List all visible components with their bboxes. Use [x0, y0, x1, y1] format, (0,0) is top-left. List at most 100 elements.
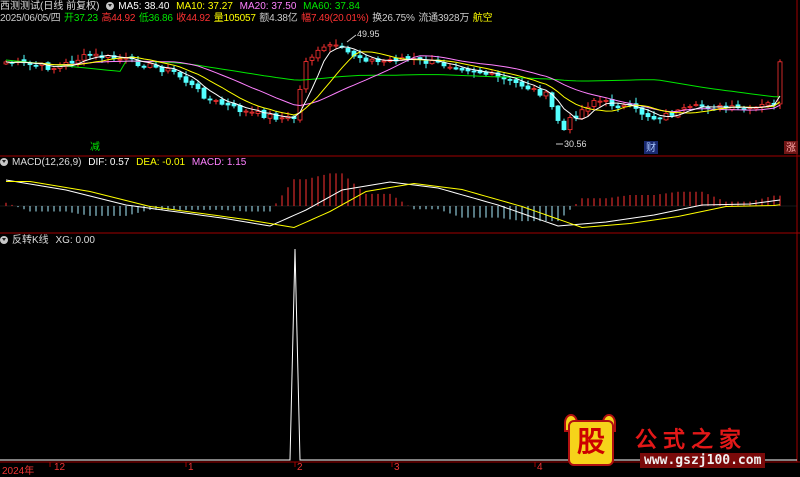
macd-title[interactable]: MACD(12,26,9): [12, 157, 81, 168]
candle[interactable]: [471, 70, 477, 73]
amount-value: 额4.38亿: [259, 13, 298, 24]
volume-value: 量105057: [213, 13, 256, 24]
candle[interactable]: [447, 66, 453, 69]
indicator-title[interactable]: 反转K线: [12, 235, 49, 246]
candle[interactable]: [423, 60, 429, 64]
watermark-url: www.gszj100.com: [640, 453, 766, 468]
candle[interactable]: [681, 107, 687, 110]
watermark-brand: 公式之家: [635, 428, 748, 453]
candle[interactable]: [165, 68, 171, 72]
x-label-jan: 1: [188, 462, 194, 473]
candle[interactable]: [171, 69, 177, 72]
candle[interactable]: [363, 57, 369, 62]
candle[interactable]: [141, 65, 147, 68]
candle[interactable]: [357, 55, 363, 59]
candle[interactable]: [555, 105, 561, 121]
candle[interactable]: [267, 114, 273, 119]
candle[interactable]: [567, 117, 573, 131]
candle[interactable]: [459, 67, 465, 71]
candle[interactable]: [645, 113, 651, 118]
candle[interactable]: [177, 72, 183, 78]
candle[interactable]: [279, 117, 285, 120]
candle[interactable]: [225, 102, 231, 106]
candle[interactable]: [27, 63, 33, 66]
candle[interactable]: [87, 53, 93, 56]
ma5-line: [5, 46, 781, 120]
event-tag-left[interactable]: 减: [90, 141, 100, 153]
candle[interactable]: [297, 89, 303, 121]
candle[interactable]: [219, 99, 225, 105]
candle[interactable]: [519, 81, 525, 87]
candle[interactable]: [597, 100, 603, 103]
turnover-value: 换26.75%: [372, 13, 415, 24]
candle[interactable]: [759, 103, 765, 107]
candle[interactable]: [693, 104, 699, 107]
candle[interactable]: [183, 76, 189, 83]
candle[interactable]: [207, 98, 213, 101]
candle[interactable]: [327, 44, 333, 47]
candle[interactable]: [489, 72, 495, 75]
candle[interactable]: [249, 111, 255, 114]
candle[interactable]: [147, 63, 153, 68]
event-tag-right[interactable]: 涨: [786, 142, 796, 154]
candle[interactable]: [651, 115, 657, 120]
candle[interactable]: [537, 89, 543, 96]
candle[interactable]: [93, 53, 99, 57]
candle[interactable]: [381, 60, 387, 63]
candle[interactable]: [513, 79, 519, 84]
high-marker-label: 49.95: [357, 29, 380, 39]
candle[interactable]: [579, 109, 585, 119]
candle[interactable]: [369, 58, 375, 62]
candle[interactable]: [561, 120, 567, 131]
candle[interactable]: [195, 83, 201, 90]
candle[interactable]: [603, 100, 609, 102]
candle[interactable]: [321, 46, 327, 52]
candle[interactable]: [453, 67, 459, 70]
candle[interactable]: [255, 111, 261, 114]
candle[interactable]: [333, 44, 339, 47]
candle[interactable]: [741, 108, 747, 110]
sector-label[interactable]: 航空: [473, 13, 493, 24]
candle[interactable]: [765, 102, 771, 106]
candle[interactable]: [621, 104, 627, 107]
candlestick-series[interactable]: [3, 39, 783, 134]
x-label-feb: 2: [297, 462, 303, 473]
macd-settings-icon[interactable]: [0, 158, 8, 166]
stock-title[interactable]: 西测测试(日线 前复权): [0, 1, 99, 12]
chart-canvas[interactable]: 49.95 30.56 减 财 涨: [0, 0, 800, 475]
candle[interactable]: [261, 109, 267, 118]
candle[interactable]: [117, 58, 123, 61]
candle[interactable]: [507, 79, 513, 81]
macd-value: MACD: 1.15: [191, 157, 247, 168]
candle[interactable]: [687, 106, 693, 108]
candle[interactable]: [33, 64, 39, 67]
candle[interactable]: [189, 80, 195, 86]
dea-value: DEA: -0.01: [136, 157, 186, 168]
candle[interactable]: [615, 105, 621, 109]
candle[interactable]: [309, 56, 315, 61]
candle[interactable]: [51, 68, 57, 70]
candle[interactable]: [243, 110, 249, 113]
ma20-value: MA20: 37.50: [239, 1, 297, 12]
candle[interactable]: [405, 56, 411, 60]
candle[interactable]: [345, 48, 351, 53]
candle[interactable]: [69, 60, 75, 64]
candle[interactable]: [81, 54, 87, 61]
candle[interactable]: [201, 87, 207, 99]
candle[interactable]: [591, 100, 597, 107]
candle[interactable]: [303, 61, 309, 90]
candle[interactable]: [213, 99, 219, 102]
ma20-line: [5, 55, 781, 113]
ma10-value: MA10: 37.27: [176, 1, 233, 12]
candle[interactable]: [543, 91, 549, 97]
candle[interactable]: [657, 117, 663, 120]
candle[interactable]: [429, 60, 435, 65]
candle[interactable]: [699, 104, 705, 107]
low-marker-label: 30.56: [564, 139, 587, 149]
event-tag-mid[interactable]: 财: [646, 141, 656, 154]
candle[interactable]: [525, 85, 531, 90]
indicator-settings-icon[interactable]: [0, 236, 8, 244]
candle[interactable]: [531, 88, 537, 91]
ma-settings-icon[interactable]: [106, 2, 115, 10]
candle[interactable]: [315, 49, 321, 59]
